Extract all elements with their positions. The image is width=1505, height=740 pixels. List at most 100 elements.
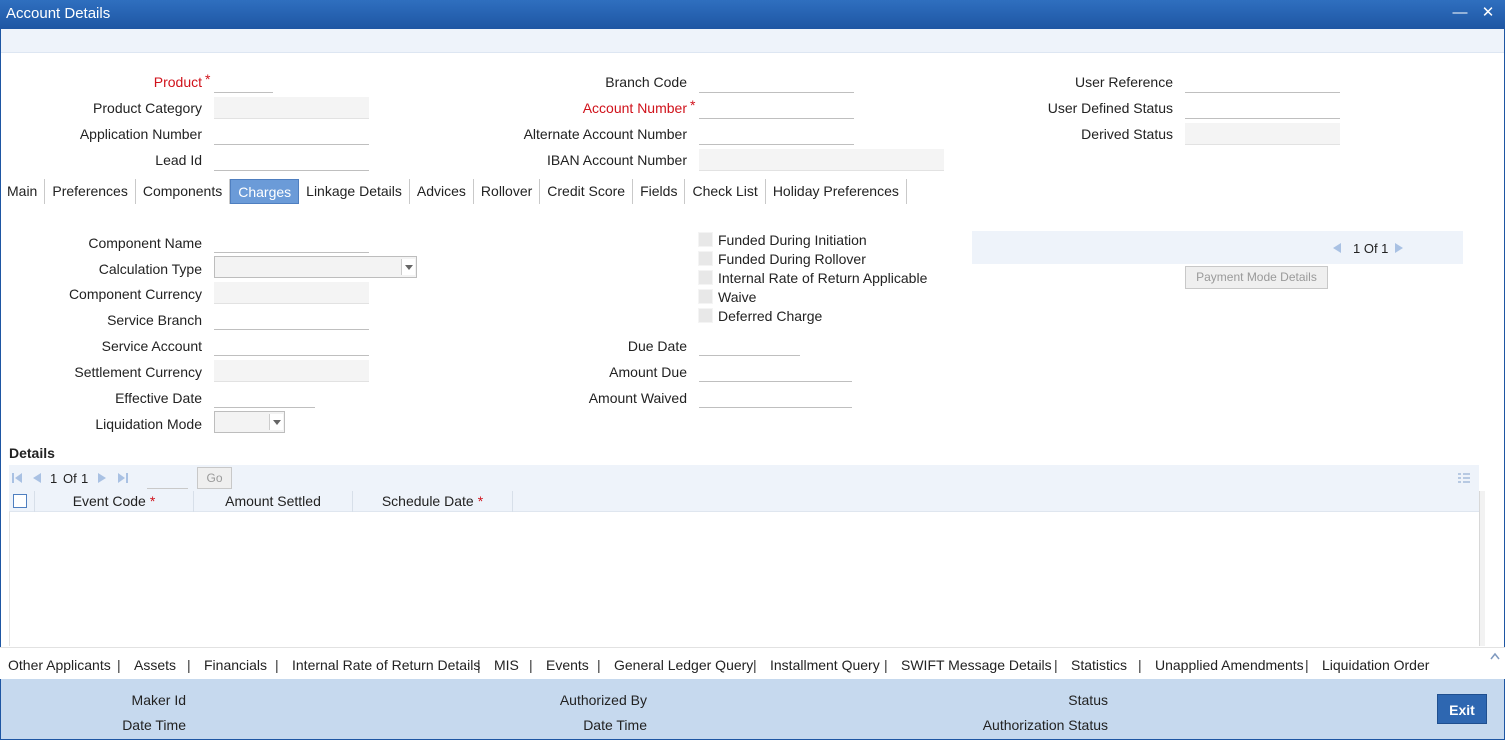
chevron-up-icon[interactable] — [1490, 652, 1500, 660]
next-record-icon[interactable] — [1395, 243, 1403, 253]
link-separator: | — [1054, 657, 1058, 673]
link-separator: | — [117, 657, 121, 673]
window-title: Account Details — [6, 5, 111, 22]
first-page-icon[interactable] — [12, 473, 22, 483]
tab-preferences[interactable]: Preferences — [45, 179, 136, 204]
link-general-ledger-query[interactable]: General Ledger Query — [614, 657, 753, 673]
link-irr-details[interactable]: Internal Rate of Return Details — [292, 657, 480, 673]
due-date-label: Due Date — [627, 338, 687, 354]
payment-mode-details-button[interactable]: Payment Mode Details — [1185, 266, 1328, 289]
component-name-input[interactable] — [214, 231, 369, 253]
grid-vertical-scrollbar[interactable] — [1479, 491, 1485, 646]
account-number-input[interactable] — [699, 97, 854, 119]
application-number-input[interactable] — [214, 123, 369, 145]
tab-fields[interactable]: Fields — [633, 179, 686, 204]
previous-record-icon[interactable] — [1333, 243, 1341, 253]
select-all-checkbox[interactable] — [13, 494, 27, 508]
column-amount-settled-label: Amount Settled — [225, 493, 321, 509]
lead-id-input[interactable] — [214, 149, 369, 171]
product-input[interactable] — [214, 71, 273, 93]
tab-bar: Main Preferences Components Charges Link… — [0, 179, 907, 204]
go-to-page-input[interactable] — [147, 468, 188, 489]
link-unapplied-amendments[interactable]: Unapplied Amendments — [1155, 657, 1304, 673]
user-defined-status-input[interactable] — [1185, 97, 1340, 119]
minimize-icon[interactable]: — — [1451, 4, 1469, 22]
component-currency-field — [214, 282, 369, 304]
branch-code-label: Branch Code — [605, 74, 687, 90]
derived-status-field — [1185, 123, 1340, 145]
application-number-label: Application Number — [79, 126, 202, 142]
charges-record-pager-panel — [972, 231, 1463, 264]
funded-initiation-label: Funded During Initiation — [718, 232, 867, 248]
deferred-charge-label: Deferred Charge — [718, 308, 823, 324]
effective-date-input[interactable] — [214, 386, 315, 408]
product-category-field — [214, 97, 369, 119]
column-schedule-date[interactable]: Schedule Date * — [353, 491, 513, 512]
tab-holiday-preferences[interactable]: Holiday Preferences — [766, 179, 907, 204]
link-statistics[interactable]: Statistics — [1071, 657, 1127, 673]
previous-page-icon[interactable] — [33, 473, 41, 483]
maker-id-label: Maker Id — [131, 692, 186, 708]
link-installment-query[interactable]: Installment Query — [770, 657, 880, 673]
iban-field — [699, 149, 944, 171]
liquidation-mode-select[interactable] — [214, 411, 285, 433]
user-reference-input[interactable] — [1185, 71, 1340, 93]
deferred-charge-checkbox[interactable] — [698, 308, 713, 323]
link-events[interactable]: Events — [546, 657, 589, 673]
link-swift-message-details[interactable]: SWIFT Message Details — [901, 657, 1052, 673]
details-grid-body — [9, 512, 1479, 646]
branch-code-input[interactable] — [699, 71, 854, 93]
alternate-account-label: Alternate Account Number — [523, 126, 687, 142]
details-grid-header: Event Code * Amount Settled Schedule Date… — [9, 491, 1479, 512]
alternate-account-input[interactable] — [699, 123, 854, 145]
irr-applicable-checkbox[interactable] — [698, 270, 713, 285]
iban-label: IBAN Account Number — [546, 152, 687, 168]
link-separator: | — [1138, 657, 1142, 673]
amount-waived-input[interactable] — [699, 386, 852, 408]
column-settings-icon[interactable] — [1458, 473, 1470, 484]
tab-rollover[interactable]: Rollover — [474, 179, 541, 204]
component-name-label: Component Name — [88, 235, 202, 251]
next-page-icon[interactable] — [98, 473, 106, 483]
due-date-input[interactable] — [699, 334, 800, 356]
last-page-icon[interactable] — [118, 473, 128, 483]
tab-credit-score[interactable]: Credit Score — [540, 179, 634, 204]
tab-advices[interactable]: Advices — [410, 179, 474, 204]
link-liquidation-order[interactable]: Liquidation Order — [1322, 657, 1429, 673]
chevron-down-icon[interactable] — [401, 259, 415, 275]
record-pager-text: 1 Of 1 — [1353, 241, 1389, 256]
details-grid-toolbar: 1 Of 1 Go — [9, 465, 1479, 491]
tab-main[interactable]: Main — [0, 179, 46, 204]
service-account-input[interactable] — [214, 334, 369, 356]
link-financials[interactable]: Financials — [204, 657, 267, 673]
waive-checkbox[interactable] — [698, 289, 713, 304]
grid-page-of: Of — [63, 471, 77, 486]
link-mis[interactable]: MIS — [494, 657, 519, 673]
exit-button[interactable]: Exit — [1437, 694, 1487, 724]
chevron-down-icon[interactable] — [269, 414, 283, 430]
service-branch-input[interactable] — [214, 308, 369, 330]
tab-check-list[interactable]: Check List — [685, 179, 766, 204]
funded-initiation-checkbox[interactable] — [698, 232, 713, 247]
column-amount-settled[interactable]: Amount Settled — [194, 491, 353, 512]
link-other-applicants[interactable]: Other Applicants — [8, 657, 111, 673]
tab-charges[interactable]: Charges — [230, 179, 300, 204]
go-button[interactable]: Go — [197, 467, 232, 489]
irr-applicable-label: Internal Rate of Return Applicable — [718, 270, 928, 286]
grid-page-current: 1 — [50, 471, 58, 486]
funded-rollover-checkbox[interactable] — [698, 251, 713, 266]
tab-components[interactable]: Components — [136, 179, 231, 204]
settlement-currency-label: Settlement Currency — [74, 364, 202, 380]
tab-linkage-details[interactable]: Linkage Details — [299, 179, 410, 204]
column-event-code[interactable]: Event Code * — [35, 491, 194, 512]
calculation-type-select[interactable] — [214, 256, 417, 278]
authorization-status-label: Authorization Status — [982, 717, 1108, 733]
product-required-marker: * — [205, 71, 211, 87]
waive-label: Waive — [718, 289, 757, 305]
derived-status-label: Derived Status — [1081, 126, 1173, 142]
amount-waived-label: Amount Waived — [588, 390, 687, 406]
lead-id-label: Lead Id — [155, 152, 202, 168]
link-assets[interactable]: Assets — [134, 657, 176, 673]
amount-due-input[interactable] — [699, 360, 852, 382]
close-icon[interactable]: ✕ — [1479, 4, 1497, 22]
